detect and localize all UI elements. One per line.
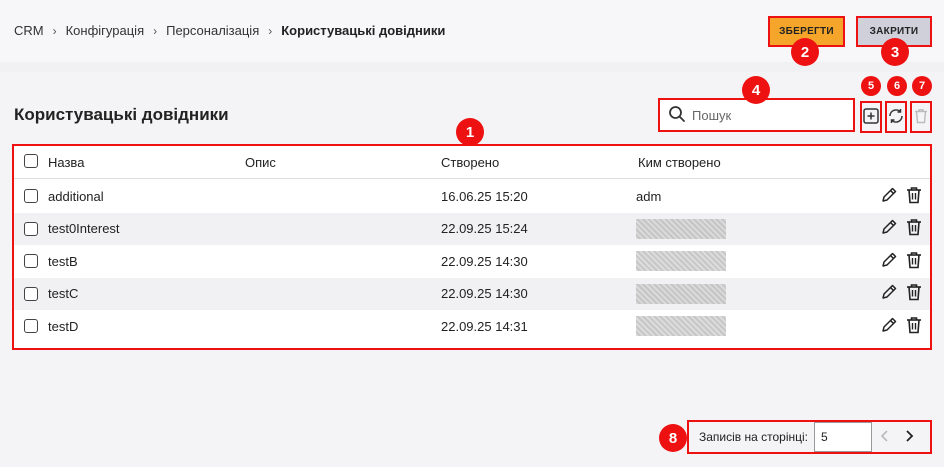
cell-name: testC — [48, 286, 79, 301]
breadcrumb-current: Користувацькі довідники — [281, 23, 446, 38]
next-page-button[interactable] — [904, 429, 914, 445]
trash-icon — [906, 284, 922, 304]
row-actions — [880, 310, 922, 342]
cell-author: adm — [636, 180, 661, 212]
edit-row-button[interactable] — [880, 283, 898, 304]
search-input[interactable] — [692, 107, 842, 123]
row-actions — [880, 278, 922, 310]
breadcrumb-item-personalization[interactable]: Персоналізація — [166, 23, 259, 38]
row-actions — [880, 213, 922, 245]
row-checkbox[interactable] — [24, 189, 38, 203]
column-header-created-by[interactable]: Ким створено — [638, 146, 721, 178]
cell-name: testD — [48, 318, 79, 334]
redacted-author — [636, 251, 726, 271]
redacted-author — [636, 316, 726, 336]
cell-author — [636, 213, 726, 245]
rows-per-page-input[interactable]: 5 — [814, 422, 873, 452]
page-title: Користувацькі довідники — [14, 105, 229, 124]
table-header: Назва Опис Створено Ким створено — [14, 146, 930, 179]
cell-created-by: adm — [636, 188, 662, 204]
trash-icon — [906, 316, 922, 337]
table-row[interactable]: test0Interest 22.09.25 15:24 — [14, 212, 930, 245]
refresh-icon — [887, 107, 905, 128]
breadcrumb-separator: › — [52, 23, 57, 38]
annotation-badge: 8 — [659, 424, 687, 452]
refresh-button[interactable] — [885, 101, 907, 133]
cell-created: 22.09.25 14:30 — [441, 253, 528, 269]
row-actions — [880, 180, 922, 212]
annotation-badge: 2 — [791, 38, 819, 66]
trash-icon — [906, 219, 922, 239]
breadcrumb-item-crm[interactable]: CRM — [14, 23, 44, 38]
annotation-badge: 7 — [912, 76, 932, 96]
dictionaries-table: Назва Опис Створено Ким створено additio… — [12, 144, 932, 350]
breadcrumb-separator: › — [153, 23, 158, 38]
search-icon — [668, 105, 686, 126]
annotation-badge: 3 — [881, 38, 909, 66]
row-checkbox[interactable] — [24, 319, 38, 333]
column-header-name[interactable]: Назва — [48, 146, 84, 178]
row-checkbox[interactable] — [24, 221, 38, 236]
pencil-icon — [880, 317, 898, 337]
edit-row-button[interactable] — [880, 218, 898, 239]
cell-created: 16.06.25 15:20 — [441, 188, 528, 204]
add-button[interactable] — [860, 101, 882, 133]
cell-created: 22.09.25 15:24 — [441, 221, 528, 236]
table-row[interactable]: additional 16.06.25 15:20 adm — [14, 180, 930, 212]
table-row[interactable]: testD 22.09.25 14:31 — [14, 310, 930, 342]
plus-square-icon — [863, 107, 879, 127]
cell-created: 22.09.25 14:31 — [441, 318, 528, 334]
annotation-badge: 5 — [861, 76, 881, 96]
table-row[interactable]: testB 22.09.25 14:30 — [14, 245, 930, 277]
chevron-left-icon — [880, 429, 888, 442]
redacted-author — [636, 283, 726, 304]
redacted-author — [636, 218, 726, 239]
delete-row-button[interactable] — [906, 186, 922, 207]
edit-row-button[interactable] — [880, 186, 898, 207]
breadcrumb-item-configuration[interactable]: Конфігурація — [66, 23, 145, 38]
row-actions — [880, 245, 922, 277]
breadcrumb-separator: › — [268, 23, 273, 38]
row-checkbox[interactable] — [24, 254, 38, 268]
cell-name: test0Interest — [48, 221, 120, 236]
cell-name: additional — [48, 188, 104, 204]
delete-row-button[interactable] — [906, 283, 922, 304]
cell-created: 22.09.25 14:30 — [441, 286, 528, 301]
column-header-created[interactable]: Створено — [441, 146, 499, 178]
prev-page-button[interactable] — [880, 429, 890, 445]
trash-icon — [906, 251, 922, 272]
delete-row-button[interactable] — [906, 218, 922, 239]
delete-row-button[interactable] — [906, 251, 922, 272]
annotation-badge: 1 — [456, 118, 484, 146]
annotation-badge: 6 — [887, 76, 907, 96]
trash-icon — [914, 108, 928, 127]
cell-author — [636, 245, 726, 277]
pencil-icon — [880, 252, 898, 272]
annotation-badge: 4 — [742, 76, 770, 104]
cell-author — [636, 310, 726, 342]
delete-row-button[interactable] — [906, 316, 922, 337]
rows-per-page-label: Записів на сторінці: — [699, 430, 809, 444]
table-row[interactable]: testC 22.09.25 14:30 — [14, 277, 930, 310]
pencil-icon — [880, 219, 898, 239]
edit-row-button[interactable] — [880, 316, 898, 337]
pencil-icon — [880, 284, 898, 304]
edit-row-button[interactable] — [880, 251, 898, 272]
column-header-description[interactable]: Опис — [245, 146, 276, 178]
cell-author — [636, 278, 726, 310]
chevron-right-icon — [906, 429, 914, 442]
delete-selected-button[interactable] — [910, 101, 932, 133]
trash-icon — [906, 186, 922, 207]
row-checkbox[interactable] — [24, 286, 38, 301]
breadcrumb: CRM › Конфігурація › Персоналізація › Ко… — [14, 23, 445, 38]
pagination: Записів на сторінці: 5 — [687, 420, 932, 454]
pencil-icon — [880, 187, 898, 207]
cell-name: testB — [48, 253, 78, 269]
select-all-checkbox[interactable] — [24, 154, 38, 168]
